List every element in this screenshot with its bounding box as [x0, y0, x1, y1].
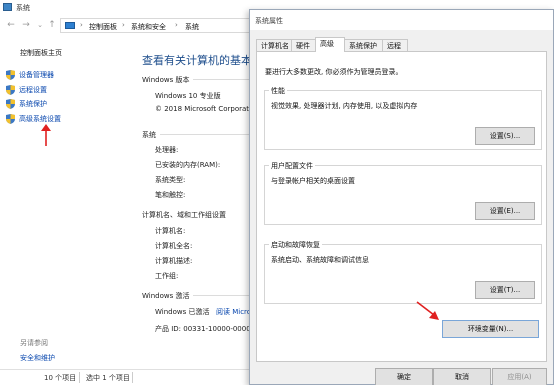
startup-recovery-group: 启动和故障恢复 系统启动、系统故障和调试信息 设置(T)... [264, 240, 542, 304]
windows-edition-heading: Windows 版本 [142, 76, 190, 84]
sidebar: 控制面板主页 设备管理器 远程设置 系统保护 高级系统设置 另请参阅 安全和维护 [0, 37, 130, 367]
processor-label: 处理器: [155, 146, 179, 154]
group-description: 与登录帐户相关的桌面设置 [271, 177, 355, 185]
item-count: 10 个项目 [44, 374, 77, 382]
edition-value: Windows 10 专业版 [155, 92, 221, 100]
address-field[interactable]: › 控制面板 › 系统和安全 › 系统 [60, 18, 254, 33]
breadcrumb-system-security[interactable]: 系统和安全 [131, 22, 166, 32]
apply-button[interactable]: 应用(A) [492, 368, 547, 385]
recent-dropdown-icon[interactable]: ⌄ [34, 19, 46, 31]
user-profiles-group: 用户配置文件 与登录帐户相关的桌面设置 设置(E)... [264, 161, 542, 225]
ok-button[interactable]: 确定 [375, 368, 433, 385]
computer-name-heading: 计算机名、域和工作组设置 [142, 211, 226, 219]
breadcrumb-control-panel[interactable]: 控制面板 [89, 22, 117, 32]
section-divider [160, 134, 249, 135]
status-divider [79, 372, 80, 383]
sidebar-item-device-manager[interactable]: 设备管理器 [6, 69, 54, 81]
group-title: 启动和故障恢复 [269, 240, 322, 250]
computer-name-label: 计算机名: [155, 227, 186, 235]
system-heading: 系统 [142, 131, 156, 139]
sidebar-item-system-protection[interactable]: 系统保护 [6, 98, 47, 110]
memory-label: 已安装的内存(RAM): [155, 161, 221, 169]
sidebar-item-label: 设备管理器 [19, 71, 54, 79]
startup-recovery-settings-button[interactable]: 设置(T)... [475, 281, 535, 299]
group-description: 系统启动、系统故障和调试信息 [271, 256, 369, 264]
dialog-titlebar[interactable]: 系统属性 [250, 10, 553, 30]
shield-icon [6, 70, 15, 80]
admin-note: 要进行大多数更改, 你必须作为管理员登录。 [265, 68, 403, 76]
full-computer-name-label: 计算机全名: [155, 242, 193, 250]
breadcrumb-separator-icon: › [175, 21, 178, 29]
system-properties-dialog: 系统属性 计算机名 硬件 高级 系统保护 远程 要进行大多数更改, 你必须作为管… [249, 9, 554, 385]
shield-icon [6, 99, 15, 109]
group-title: 性能 [269, 86, 287, 96]
sidebar-item-remote-settings[interactable]: 远程设置 [6, 84, 47, 96]
system-app-icon [3, 3, 12, 11]
advanced-tab-panel: 要进行大多数更改, 你必须作为管理员登录。 性能 视觉效果, 处理器计划, 内存… [256, 51, 547, 362]
group-description: 视觉效果, 处理器计划, 内存使用, 以及虚拟内存 [271, 102, 418, 110]
tab-hardware[interactable]: 硬件 [291, 39, 316, 51]
security-maintenance-link[interactable]: 安全和维护 [20, 353, 55, 363]
copyright-value: © 2018 Microsoft Corporatio [155, 105, 256, 113]
system-type-label: 系统类型: [155, 176, 186, 184]
activation-heading: Windows 激活 [142, 292, 190, 300]
see-also-heading: 另请参阅 [20, 339, 48, 347]
selected-count: 选中 1 个项目 [86, 374, 130, 382]
sidebar-home-link[interactable]: 控制面板主页 [20, 48, 62, 58]
sidebar-item-label: 系统保护 [19, 100, 47, 108]
status-divider [132, 372, 133, 383]
cancel-button[interactable]: 取消 [433, 368, 491, 385]
shield-icon [6, 114, 15, 124]
breadcrumb-system[interactable]: 系统 [185, 22, 199, 32]
workgroup-label: 工作组: [155, 272, 179, 280]
computer-description-label: 计算机描述: [155, 257, 193, 265]
section-divider [193, 79, 249, 80]
tab-computer-name[interactable]: 计算机名 [256, 39, 292, 51]
sidebar-item-advanced-settings[interactable]: 高级系统设置 [6, 113, 61, 125]
address-bar: ← → ⌄ ↑ › 控制面板 › 系统和安全 › 系统 [0, 17, 254, 35]
back-arrow-icon[interactable]: ← [5, 19, 17, 31]
page-title: 查看有关计算机的基本信 [142, 54, 263, 67]
breadcrumb-separator-icon: › [122, 21, 125, 29]
performance-group: 性能 视觉效果, 处理器计划, 内存使用, 以及虚拟内存 设置(S)... [264, 86, 542, 150]
annotation-arrow-icon [41, 124, 51, 146]
shield-icon [6, 85, 15, 95]
tab-remote[interactable]: 远程 [382, 39, 408, 51]
annotation-arrow-icon [416, 301, 439, 320]
tab-system-protection[interactable]: 系统保护 [344, 39, 383, 51]
window-title: 系统 [16, 4, 30, 12]
performance-settings-button[interactable]: 设置(S)... [475, 127, 535, 145]
breadcrumb-separator-icon: › [80, 21, 83, 29]
up-arrow-icon[interactable]: ↑ [46, 19, 58, 31]
group-title: 用户配置文件 [269, 161, 315, 171]
user-profiles-settings-button[interactable]: 设置(E)... [475, 202, 535, 220]
product-id: 产品 ID: 00331-10000-00001 [155, 325, 256, 333]
forward-arrow-icon[interactable]: → [20, 19, 32, 31]
control-panel-icon [65, 22, 75, 29]
section-divider [193, 295, 249, 296]
sidebar-item-label: 远程设置 [19, 86, 47, 94]
tab-advanced[interactable]: 高级 [315, 37, 345, 52]
dialog-title: 系统属性 [255, 17, 283, 25]
activation-status: Windows 已激活 [155, 308, 210, 316]
environment-variables-button[interactable]: 环境变量(N)... [442, 320, 539, 338]
pen-touch-label: 笔和触控: [155, 191, 186, 199]
